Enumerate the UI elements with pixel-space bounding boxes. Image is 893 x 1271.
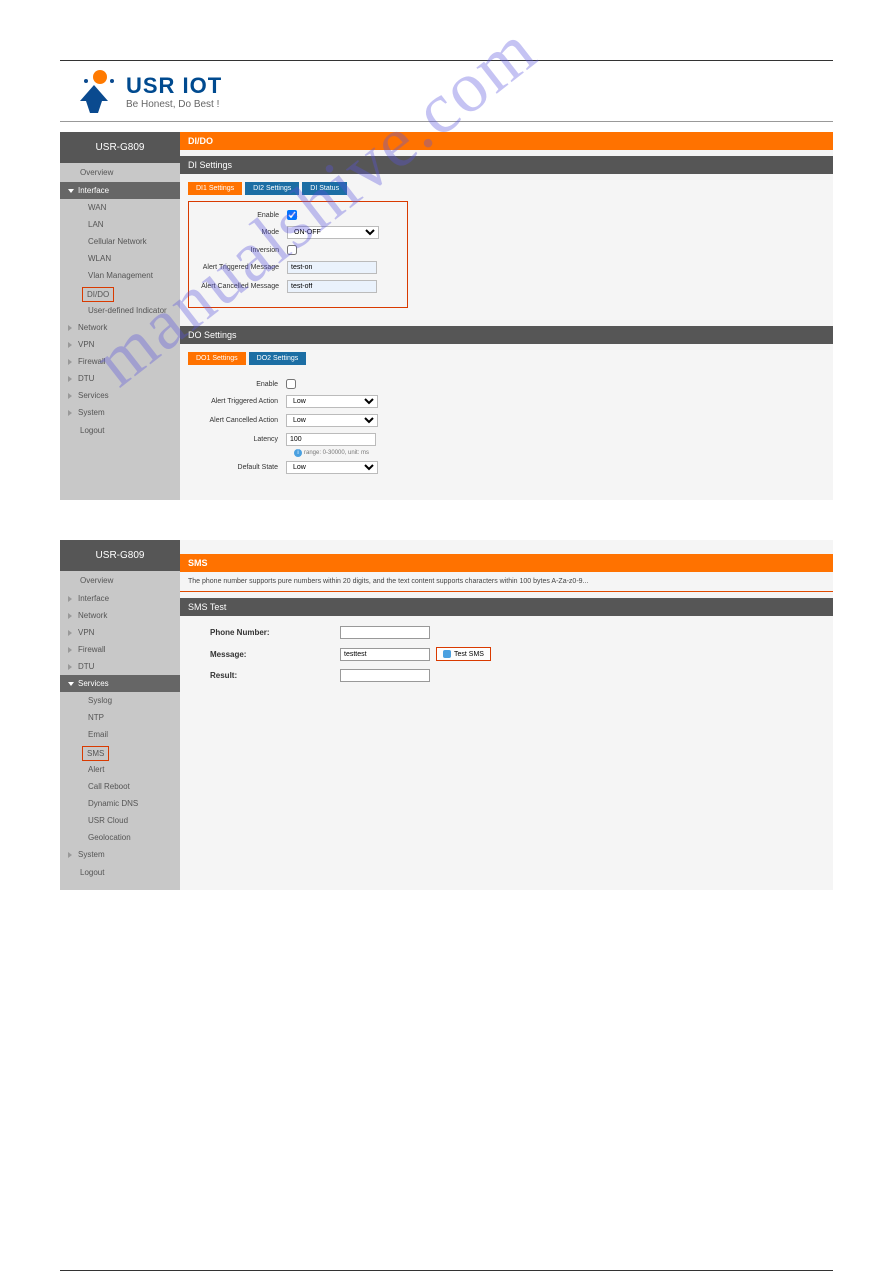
nav2-callreboot[interactable]: Call Reboot [60,778,180,795]
nav-interface[interactable]: Interface [60,182,180,199]
panel-sms: USR-G809 Overview Interface Network VPN … [60,540,833,890]
nav-system[interactable]: System [60,404,180,421]
di-enable-checkbox[interactable] [287,210,297,220]
logo-main: USR IOT [126,73,222,99]
nav2-ntp[interactable]: NTP [60,709,180,726]
device-title-2: USR-G809 [60,540,180,571]
di-acm-label: Alert Cancelled Message [197,283,287,290]
do-ata-select[interactable]: Low [286,395,378,408]
nav-network[interactable]: Network [60,319,180,336]
sms-msg-input[interactable] [340,648,430,661]
di-enable-label: Enable [197,212,287,219]
content-2: SMS The phone number supports pure numbe… [180,540,833,890]
do-def-label: Default State [196,464,286,471]
nav2-system[interactable]: System [60,846,180,863]
di-tabs: DI1 Settings DI2 Settings DI Status [180,174,833,201]
header-sms: SMS [180,554,833,572]
nav2-network[interactable]: Network [60,607,180,624]
tab-di1[interactable]: DI1 Settings [188,182,242,195]
nav-vpn[interactable]: VPN [60,336,180,353]
sms-icon [443,650,451,658]
di-atm-label: Alert Triggered Message [197,264,287,271]
do-aca-label: Alert Cancelled Action [196,417,286,424]
nav2-dtu[interactable]: DTU [60,658,180,675]
test-sms-button[interactable]: Test SMS [436,647,491,661]
nav-wan[interactable]: WAN [60,199,180,216]
sms-note: The phone number supports pure numbers w… [180,572,833,592]
tab-di2[interactable]: DI2 Settings [245,182,299,195]
nav-overview[interactable]: Overview [60,163,180,182]
logo-sub: Be Honest, Do Best ! [126,99,222,110]
do-enable-label: Enable [196,381,286,388]
nav-services[interactable]: Services [60,387,180,404]
logo-block: USR IOT Be Honest, Do Best ! [60,67,833,115]
di-mode-label: Mode [197,229,287,236]
sms-form: Phone Number: Message: Test SMS Result: [180,616,833,682]
nav-logout[interactable]: Logout [60,421,180,440]
di-form: Enable ModeON-OFF Inversion Alert Trigge… [188,201,408,308]
sms-msg-label: Message: [180,650,340,659]
nav-dido[interactable]: DI/DO [82,287,114,302]
sidebar-2: USR-G809 Overview Interface Network VPN … [60,540,180,890]
nav2-firewall[interactable]: Firewall [60,641,180,658]
nav-cellular[interactable]: Cellular Network [60,233,180,250]
nav2-overview[interactable]: Overview [60,571,180,590]
panel-dido: USR-G809 Overview Interface WAN LAN Cell… [60,132,833,500]
nav-wlan[interactable]: WLAN [60,250,180,267]
do-settings-bar: DO Settings [180,326,833,344]
nav2-usrcloud[interactable]: USR Cloud [60,812,180,829]
nav2-alert[interactable]: Alert [60,761,180,778]
nav-firewall[interactable]: Firewall [60,353,180,370]
nav2-email[interactable]: Email [60,726,180,743]
top-rule [60,60,833,61]
nav-lan[interactable]: LAN [60,216,180,233]
device-title: USR-G809 [60,132,180,163]
tab-do1[interactable]: DO1 Settings [188,352,246,365]
do-ata-label: Alert Triggered Action [196,398,286,405]
do-enable-checkbox[interactable] [286,379,296,389]
di-inversion-checkbox[interactable] [287,245,297,255]
do-lat-label: Latency [196,436,286,443]
do-tabs: DO1 Settings DO2 Settings [180,344,833,371]
header-dido: DI/DO [180,132,833,150]
nav2-ddns[interactable]: Dynamic DNS [60,795,180,812]
di-atm-input[interactable] [287,261,377,274]
sms-test-bar: SMS Test [180,598,833,616]
sms-phone-label: Phone Number: [180,628,340,637]
sms-result-input[interactable] [340,669,430,682]
nav2-syslog[interactable]: Syslog [60,692,180,709]
di-acm-input[interactable] [287,280,377,293]
info-icon: i [294,449,302,457]
do-aca-select[interactable]: Low [286,414,378,427]
nav2-vpn[interactable]: VPN [60,624,180,641]
logo-rule [60,121,833,122]
nav-userdef[interactable]: User-defined Indicator [60,302,180,319]
nav2-sms[interactable]: SMS [82,746,109,761]
do-form: Enable Alert Triggered ActionLow Alert C… [188,371,833,488]
do-lat-input[interactable] [286,433,376,446]
sms-result-label: Result: [180,671,340,680]
nav-dtu[interactable]: DTU [60,370,180,387]
nav-vlan[interactable]: Vlan Management [60,267,180,284]
nav2-geo[interactable]: Geolocation [60,829,180,846]
di-inversion-label: Inversion [197,247,287,254]
tab-do2[interactable]: DO2 Settings [249,352,307,365]
nav2-interface[interactable]: Interface [60,590,180,607]
do-def-select[interactable]: Low [286,461,378,474]
nav2-logout[interactable]: Logout [60,863,180,882]
di-mode-select[interactable]: ON-OFF [287,226,379,239]
logo-icon [70,67,118,115]
di-settings-bar: DI Settings [180,156,833,174]
nav2-services[interactable]: Services [60,675,180,692]
do-lat-hint: irange: 0-30000, unit: ms [294,449,825,457]
sms-phone-input[interactable] [340,626,430,639]
sidebar-1: USR-G809 Overview Interface WAN LAN Cell… [60,132,180,500]
tab-distatus[interactable]: DI Status [302,182,347,195]
content-1: DI/DO DI Settings DI1 Settings DI2 Setti… [180,132,833,500]
